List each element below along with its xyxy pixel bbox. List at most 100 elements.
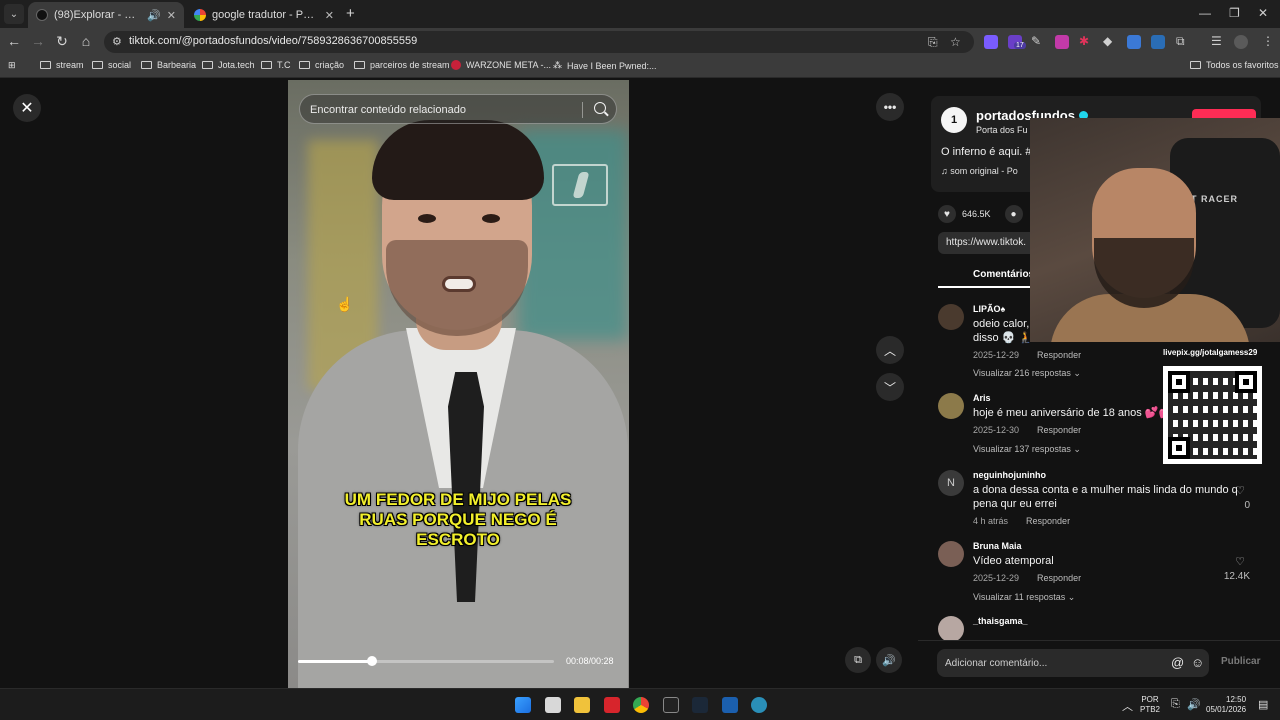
extension-icon[interactable]: ◆ (1103, 34, 1112, 48)
author-avatar[interactable]: 1 (941, 107, 967, 133)
bookmark-folder[interactable]: parceiros de stream (354, 60, 450, 70)
task-view-icon[interactable] (545, 697, 561, 713)
bookmark-link[interactable]: ⁂ Have I Been Pwned:... (553, 60, 657, 71)
translate-extension-icon[interactable] (1127, 35, 1141, 49)
comment-username[interactable]: _thaisgama_ (973, 616, 1028, 626)
profile-avatar[interactable] (1234, 35, 1248, 49)
next-video-button[interactable]: ﹀ (876, 373, 904, 401)
comment-input-wrap[interactable]: @ ☺ (937, 649, 1209, 677)
comment-username[interactable]: neguinhojuninho (973, 470, 1046, 480)
address-bar[interactable]: ⚙ tiktok.com/@portadosfundos/video/75893… (104, 31, 974, 53)
comment-username[interactable]: LIPÃO♠ (973, 304, 1005, 314)
app-icon[interactable] (751, 697, 767, 713)
floating-player-button[interactable]: ⧉ (845, 647, 871, 673)
bookmark-folder[interactable]: stream (40, 60, 84, 70)
view-replies-button[interactable]: Visualizar 11 respostas ⌄ (973, 592, 1075, 603)
steam-icon[interactable] (692, 697, 708, 713)
sound-link[interactable]: ♫ som original - Po (941, 166, 1018, 176)
back-icon[interactable]: ← (5, 33, 23, 49)
audio-icon[interactable]: 🔊 (147, 9, 161, 22)
bookmark-link[interactable]: WARZONE META -... (451, 60, 551, 70)
comment-avatar[interactable] (938, 393, 964, 419)
related-search-input[interactable] (310, 101, 570, 119)
clock-date: 05/01/2026 (1206, 705, 1247, 714)
publish-button[interactable]: Publicar (1221, 656, 1260, 667)
volume-tray-icon[interactable]: 🔊 (1187, 698, 1201, 711)
reload-icon[interactable]: ↻ (53, 33, 71, 50)
emoji-icon[interactable]: ☺ (1191, 655, 1204, 670)
apps-grid-icon[interactable]: ⊞ (8, 60, 16, 71)
bookmark-folder[interactable]: Barbearia (141, 60, 196, 70)
close-tab-icon[interactable]: ✕ (167, 9, 176, 22)
tab-title: (98)Explorar - Encontre seu (54, 9, 141, 21)
reply-button[interactable]: Responder (1026, 516, 1070, 526)
url-text[interactable]: tiktok.com/@portadosfundos/video/7589328… (129, 35, 417, 47)
more-options-button[interactable]: ••• (876, 93, 904, 121)
view-replies-button[interactable]: Visualizar 137 respostas ⌄ (973, 444, 1081, 455)
comment-like-icon[interactable]: ♡ (1234, 555, 1246, 568)
extension-icon[interactable]: ✱ (1079, 34, 1089, 48)
minimize-icon[interactable]: — (1199, 6, 1211, 20)
start-icon[interactable] (515, 697, 531, 713)
forward-icon[interactable]: → (29, 33, 47, 49)
volume-button[interactable]: 🔊 (876, 647, 902, 673)
video-progress-bar[interactable] (298, 656, 554, 666)
view-replies-button[interactable]: Visualizar 216 respostas ⌄ (973, 368, 1081, 379)
file-explorer-icon[interactable] (574, 697, 590, 713)
bookmark-star-icon[interactable]: ☆ (950, 35, 961, 49)
site-info-icon[interactable]: ⚙ (112, 35, 122, 48)
comment-username[interactable]: Aris (973, 393, 991, 403)
bookmark-label: Barbearia (157, 60, 197, 70)
tab-search-button[interactable]: ⌄ (4, 4, 24, 24)
restore-icon[interactable]: ❐ (1229, 6, 1240, 20)
reply-button[interactable]: Responder (1037, 350, 1081, 360)
comment-avatar[interactable]: N (938, 470, 964, 496)
language-indicator[interactable]: POR PTB2 (1140, 695, 1160, 715)
battlenet-icon[interactable] (722, 697, 738, 713)
comment-avatar[interactable] (938, 616, 964, 640)
tab-google[interactable]: google tradutor - Pesquisa Goo ✕ (186, 2, 342, 28)
pen-extension-icon[interactable]: ✎ (1031, 34, 1041, 48)
extension-icon[interactable] (1055, 35, 1069, 49)
heart-icon[interactable]: ♥ (938, 205, 956, 223)
bookmark-folder[interactable]: T.C (261, 60, 291, 70)
reply-button[interactable]: Responder (1037, 425, 1081, 435)
chrome-icon[interactable] (633, 697, 649, 713)
extension-icon[interactable] (984, 35, 998, 49)
bookmark-folder[interactable]: social (92, 60, 131, 70)
comment-avatar[interactable] (938, 304, 964, 330)
bookmark-folder[interactable]: criação (299, 60, 344, 70)
all-bookmarks-folder[interactable]: Todos os favoritos (1190, 60, 1279, 70)
comment-input[interactable] (945, 656, 1145, 670)
notifications-icon[interactable]: ▤ (1258, 698, 1268, 711)
related-search[interactable] (299, 94, 617, 124)
close-window-icon[interactable]: ✕ (1258, 6, 1268, 20)
app-icon[interactable] (604, 697, 620, 713)
mention-icon[interactable]: @ (1171, 655, 1184, 670)
search-icon[interactable] (594, 102, 606, 114)
comment-like-icon[interactable]: ♡ (1234, 484, 1246, 497)
bookmark-folder[interactable]: Jota.tech (202, 60, 255, 70)
new-tab-button[interactable]: + (346, 5, 355, 22)
video-subject (442, 276, 476, 292)
previous-video-button[interactable]: ︿ (876, 336, 904, 364)
reading-list-icon[interactable]: ☰ (1211, 34, 1222, 48)
clock[interactable]: 12:50 05/01/2026 (1206, 695, 1246, 715)
close-tab-icon[interactable]: ✕ (325, 9, 334, 22)
menu-kebab-icon[interactable]: ⋮ (1262, 34, 1274, 48)
extensions-puzzle-icon[interactable]: ⧉ (1176, 34, 1185, 49)
install-app-icon[interactable]: ⎘ (928, 35, 938, 50)
tab-comments[interactable]: Comentários (973, 269, 1034, 280)
comment-username[interactable]: Bruna Maia (973, 541, 1022, 551)
close-video-button[interactable]: ✕ (13, 94, 41, 122)
reply-button[interactable]: Responder (1037, 573, 1081, 583)
video-player[interactable]: UM FEDOR DE MIJO PELAS RUAS PORQUE NEGO … (288, 80, 629, 688)
comment-avatar[interactable] (938, 541, 964, 567)
epic-games-icon[interactable] (663, 697, 679, 713)
tray-chevron-icon[interactable]: ︿ (1122, 698, 1133, 714)
comment-icon[interactable]: ● (1004, 205, 1023, 223)
home-icon[interactable]: ⌂ (77, 33, 95, 49)
extension-icon[interactable] (1151, 35, 1165, 49)
tab-tiktok[interactable]: (98)Explorar - Encontre seu 🔊 ✕ (28, 2, 184, 28)
network-icon[interactable]: ⎘ (1171, 698, 1180, 711)
